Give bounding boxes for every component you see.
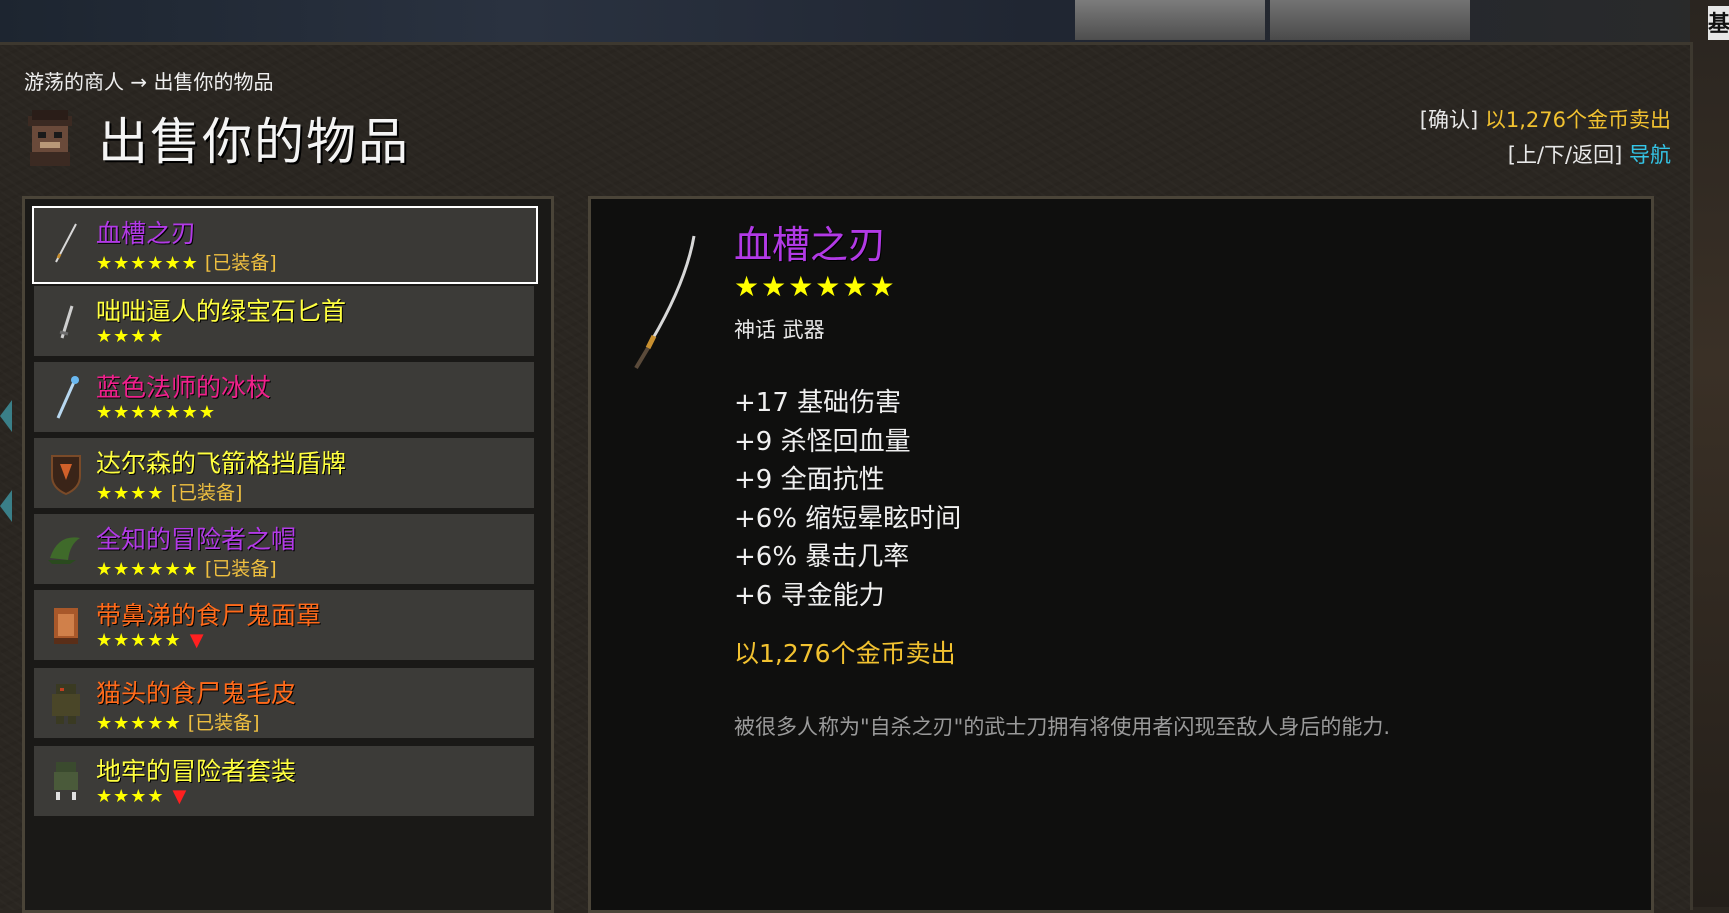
- equipped-tag: [已装备]: [170, 482, 243, 504]
- item-stars: ★★★★★: [96, 713, 182, 734]
- item-detail-type: 神话 武器: [734, 318, 825, 342]
- item-detail-stars: ★★★★★★: [734, 270, 897, 303]
- dagger-icon: [59, 305, 74, 339]
- item-stars: ★★★★: [96, 326, 165, 347]
- equipped-tag: [已装备]: [187, 712, 260, 734]
- list-item[interactable]: 地牢的冒险者套装 ★★★★ ▼: [34, 746, 534, 816]
- list-item[interactable]: 全知的冒险者之帽 ★★★★★★ [已装备]: [34, 514, 534, 584]
- katana-icon: [634, 235, 696, 370]
- item-rating: ★★★★★★★: [96, 402, 216, 423]
- item-stat: +17 基础伤害: [734, 388, 902, 418]
- item-stars: ★★★★★★: [96, 253, 199, 274]
- mask-icon: [54, 608, 78, 644]
- item-name: 达尔森的飞箭格挡盾牌: [96, 449, 347, 478]
- navigate-hint[interactable]: [上/下/返回] 导航: [1508, 139, 1671, 169]
- background-right: [1690, 0, 1729, 907]
- list-item[interactable]: 带鼻涕的食尸鬼面罩 ★★★★★ ▼: [34, 590, 534, 660]
- item-stat: +6% 缩短晕眩时间: [734, 503, 962, 534]
- equipped-tag: [已装备]: [204, 558, 277, 580]
- item-rating: ★★★★ [已装备]: [96, 478, 242, 505]
- merchant-portrait-icon: [28, 110, 72, 166]
- item-rating: ★★★★ ▼: [96, 786, 187, 807]
- item-stat: +6% 暴击几率: [734, 542, 910, 572]
- item-stat: +9 杀怪回血量: [734, 426, 911, 457]
- item-description: 被很多人称为"自杀之刃"的武士刀拥有将使用者闪现至敌人身后的能力.: [734, 715, 1390, 739]
- item-name: 猫头的食尸鬼毛皮: [96, 679, 297, 708]
- item-stat: +9 全面抗性: [734, 465, 885, 495]
- item-name: 全知的冒险者之帽: [96, 525, 297, 554]
- item-name: 咄咄逼人的绿宝石匕首: [96, 297, 347, 326]
- item-stats: +17 基础伤害 +9 杀怪回血量 +9 全面抗性 +6% 缩短晕眩时间 +6%…: [734, 384, 961, 615]
- item-name: 蓝色法师的冰杖: [96, 373, 272, 402]
- staff-icon: [56, 376, 79, 419]
- katana-icon: [55, 223, 77, 263]
- confirm-key: [确认]: [1419, 108, 1479, 132]
- item-name: 地牢的冒险者套装: [96, 757, 297, 786]
- armor-set-icon: [54, 762, 78, 800]
- list-item[interactable]: 达尔森的飞箭格挡盾牌 ★★★★ [已装备]: [34, 438, 534, 508]
- confirm-hint[interactable]: [确认] 以1,276个金币卖出: [1420, 104, 1671, 134]
- item-rating: ★★★★★★ [已装备]: [96, 554, 277, 581]
- shield-icon: [51, 455, 81, 496]
- item-stars: ★★★★★★: [96, 559, 199, 580]
- hat-icon: [48, 537, 80, 564]
- equipped-tag: [已装备]: [204, 252, 277, 274]
- list-item[interactable]: 咄咄逼人的绿宝石匕首 ★★★★: [34, 286, 534, 356]
- item-stars: ★★★★★★★: [96, 402, 216, 423]
- list-item[interactable]: 血槽之刃 ★★★★★★ [已装备]: [32, 206, 538, 284]
- breadcrumb: 游荡的商人 → 出售你的物品: [24, 70, 274, 94]
- background-stone: [1270, 0, 1470, 40]
- navigate-key: [上/下/返回]: [1507, 143, 1623, 167]
- item-rating: ★★★★: [96, 326, 165, 347]
- item-stars: ★★★★: [96, 786, 165, 807]
- item-rating: ★★★★★ ▼: [96, 630, 205, 651]
- item-rating: ★★★★★ [已装备]: [96, 708, 260, 735]
- item-stat: +6 寻金能力: [734, 580, 885, 611]
- page-title: 出售你的物品: [98, 113, 410, 171]
- corner-label: 基: [1708, 6, 1729, 40]
- item-rating: ★★★★★★ [已装备]: [96, 248, 277, 275]
- list-item[interactable]: 蓝色法师的冰杖 ★★★★★★★: [34, 362, 534, 432]
- background-stone: [1075, 0, 1265, 40]
- list-item[interactable]: 猫头的食尸鬼毛皮 ★★★★★ [已装备]: [34, 668, 534, 738]
- item-stars: ★★★★★: [96, 630, 182, 651]
- confirm-action: 以1,276个金币卖出: [1484, 108, 1671, 132]
- fur-armor-icon: [52, 684, 80, 724]
- item-name: 血槽之刃: [96, 219, 197, 248]
- navigate-action: 导航: [1629, 143, 1671, 167]
- left-arrow-icon: [0, 490, 12, 522]
- item-name: 带鼻涕的食尸鬼面罩: [96, 601, 322, 630]
- item-stars: ★★★★: [96, 483, 165, 504]
- left-arrow-icon: [0, 400, 12, 432]
- downgrade-arrow-icon: ▼: [189, 630, 205, 651]
- item-detail-name: 血槽之刃: [734, 223, 887, 267]
- downgrade-arrow-icon: ▼: [172, 786, 188, 807]
- item-sell-price: 以1,276个金币卖出: [734, 639, 956, 668]
